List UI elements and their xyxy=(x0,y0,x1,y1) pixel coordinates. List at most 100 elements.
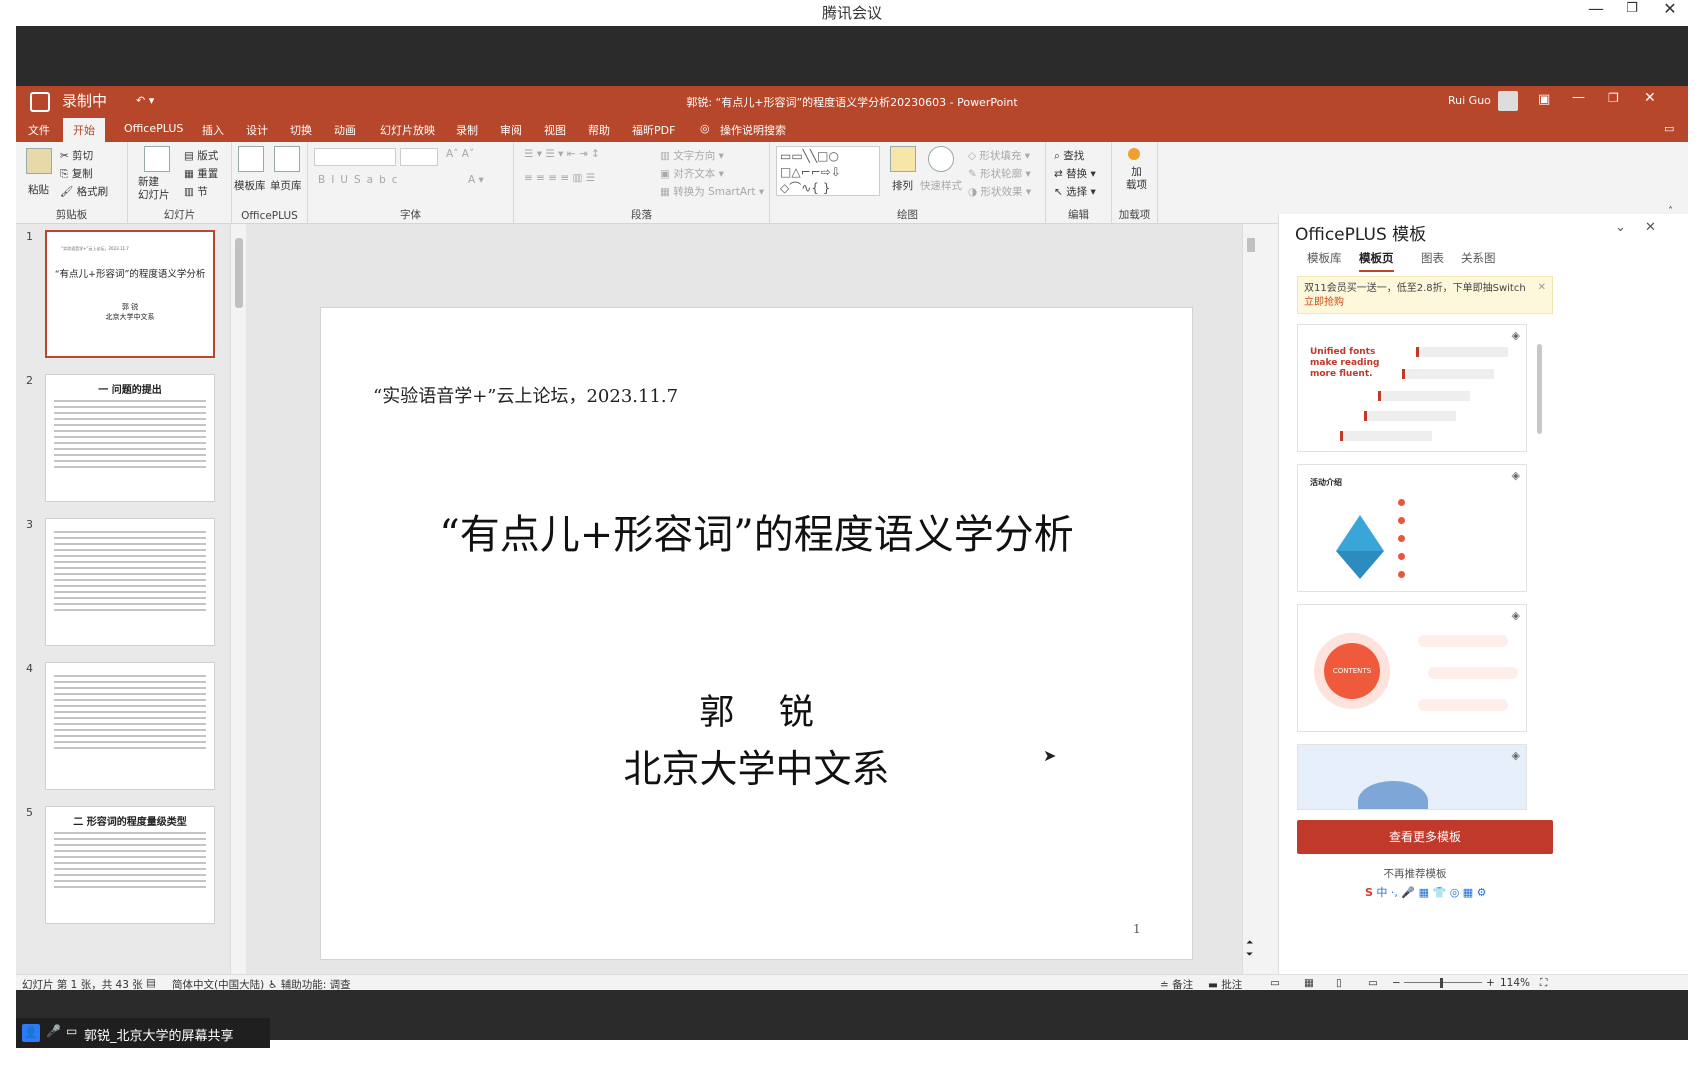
tab-insert[interactable]: 插入 xyxy=(202,122,224,138)
slideshow-icon[interactable]: ▭ xyxy=(1368,977,1378,989)
ribbon-display-icon[interactable]: ▣ xyxy=(1538,92,1550,107)
slide-title[interactable]: “有点儿+形容词”的程度语义学分析 xyxy=(321,502,1192,560)
section-button[interactable]: ▥ 节 xyxy=(184,184,208,199)
cut-button[interactable]: ✂ 剪切 xyxy=(60,148,93,163)
shape-effects-button[interactable]: ◑ 形状效果 ▾ xyxy=(968,184,1031,199)
shape-outline-button[interactable]: ✎ 形状轮廓 ▾ xyxy=(968,166,1031,181)
arrange-button[interactable]: 排列 xyxy=(892,178,913,193)
tab-help[interactable]: 帮助 xyxy=(588,122,610,138)
tab-design[interactable]: 设计 xyxy=(246,122,268,138)
pane-tab-template-page[interactable]: 模板页 xyxy=(1359,250,1394,272)
shape-fill-button[interactable]: ◇ 形状填充 ▾ xyxy=(968,148,1030,163)
convert-smartart-button[interactable]: ▦ 转换为 SmartArt ▾ xyxy=(660,184,764,199)
tab-home[interactable]: 开始 xyxy=(63,118,105,142)
format-painter-button[interactable]: 🖌 格式刷 xyxy=(60,184,108,199)
reading-view-icon[interactable]: ▯ xyxy=(1336,977,1342,989)
slide-sorter-icon[interactable]: ▦ xyxy=(1304,977,1314,989)
slide-thumbnail[interactable] xyxy=(45,662,215,790)
tab-transitions[interactable]: 切换 xyxy=(290,122,312,138)
canvas-scroll-thumb[interactable] xyxy=(1247,238,1255,252)
zoom-slider[interactable] xyxy=(1404,982,1482,983)
slide-thumbnail[interactable] xyxy=(45,518,215,646)
slide-affiliation[interactable]: 北京大学中文系 xyxy=(321,738,1192,793)
avatar[interactable] xyxy=(1498,91,1518,111)
page-down-icon[interactable]: ⏷ xyxy=(1246,950,1253,960)
select-button[interactable]: ↖ 选择 ▾ xyxy=(1054,184,1096,199)
promo-banner[interactable]: 双11会员买一送一，低至2.8折，下单即抽Switch 立即抢购 ✕ xyxy=(1297,276,1553,314)
slide-forum-text[interactable]: “实验语音学+”云上论坛，2023.11.7 xyxy=(373,382,678,408)
scroll-thumb[interactable] xyxy=(235,238,243,308)
new-slide-icon[interactable] xyxy=(144,146,170,172)
template-card[interactable]: ◈ 活动介绍 xyxy=(1297,464,1527,592)
promo-link[interactable]: 立即抢购 xyxy=(1304,297,1344,308)
tab-review[interactable]: 审阅 xyxy=(500,122,522,138)
font-name-box[interactable] xyxy=(314,148,396,166)
close-button[interactable]: ✕ xyxy=(1652,0,1688,26)
pane-tab-charts[interactable]: 图表 xyxy=(1421,250,1444,266)
shapes-gallery[interactable]: ▭▭╲╲□○ □△⌐⌐⇨⇩ ◇⌒∿{ } xyxy=(776,146,880,196)
tab-tell-me[interactable]: 操作说明搜索 xyxy=(720,122,786,138)
text-direction-button[interactable]: ▥ 文字方向 ▾ xyxy=(660,148,724,163)
promo-close-icon[interactable]: ✕ xyxy=(1538,281,1546,295)
pane-collapse-icon[interactable]: ⌄ xyxy=(1615,220,1626,235)
single-page-lib-icon[interactable] xyxy=(274,146,300,172)
template-card[interactable]: ◈ xyxy=(1297,744,1527,810)
spellcheck-icon[interactable]: ▤ xyxy=(146,977,156,989)
pane-scrollbar[interactable] xyxy=(1535,326,1545,796)
bullets-icon[interactable]: ☰ ▾ ☰ ▾ ⇤ ⇥ ↕ xyxy=(524,148,600,160)
copy-button[interactable]: ⎘ 复制 xyxy=(60,166,93,181)
canvas-scrollbar[interactable]: ⏶ ⏷ xyxy=(1242,224,1258,974)
ppt-restore-button[interactable]: ❐ xyxy=(1608,91,1619,105)
slide-thumbnail[interactable]: “实验语音学+”云上论坛，2023.11.7 “有点儿+形容词”的程度语义学分析… xyxy=(45,230,215,358)
pane-tab-relations[interactable]: 关系图 xyxy=(1461,250,1496,266)
restore-button[interactable]: ❐ xyxy=(1614,0,1650,26)
paste-button[interactable]: 粘贴 xyxy=(28,182,49,197)
screen-share-indicator[interactable]: 👤 🎤 ▭ 郭锐_北京大学的屏幕共享 xyxy=(16,1018,270,1048)
tab-view[interactable]: 视图 xyxy=(544,122,566,138)
fit-to-window-icon[interactable]: ⛶ xyxy=(1540,977,1547,990)
addin-button[interactable]: 加 载项 xyxy=(1126,166,1147,192)
slide-canvas[interactable]: “实验语音学+”云上论坛，2023.11.7 “有点儿+形容词”的程度语义学分析… xyxy=(320,307,1193,960)
template-lib-button[interactable]: 模板库 xyxy=(234,178,266,193)
slide-author[interactable]: 郭 锐 xyxy=(321,684,1192,735)
zoom-level[interactable]: 114% xyxy=(1500,977,1530,989)
template-card[interactable]: ◈ Unified fonts make reading more fluent… xyxy=(1297,324,1527,452)
font-color-icon[interactable]: A ▾ xyxy=(468,174,484,186)
find-button[interactable]: ⌕ 查找 xyxy=(1054,148,1084,163)
tab-officeplus[interactable]: OfficePLUS xyxy=(124,122,183,135)
ppt-minimize-button[interactable]: — xyxy=(1572,90,1585,105)
tab-record[interactable]: 录制 xyxy=(456,122,478,138)
ime-toolbar[interactable]: S 中 ·, 🎤 ▦ 👕 ◎ ▦ ⚙ xyxy=(1365,882,1541,906)
thumbnails-scrollbar[interactable] xyxy=(230,224,246,974)
quick-styles-button[interactable]: 快速样式 xyxy=(920,178,962,193)
layout-button[interactable]: ▤ 版式 xyxy=(184,148,218,163)
normal-view-icon[interactable]: ▭ xyxy=(1270,977,1280,989)
zoom-slider-thumb[interactable] xyxy=(1440,978,1443,988)
new-slide-button[interactable]: 新建 幻灯片 xyxy=(138,176,170,202)
mic-icon[interactable]: 🎤 xyxy=(46,1024,61,1038)
single-page-lib-button[interactable]: 单页库 xyxy=(270,178,302,193)
arrange-icon[interactable] xyxy=(890,146,916,172)
font-size-box[interactable] xyxy=(400,148,438,166)
quick-styles-icon[interactable] xyxy=(928,146,954,172)
zoom-out-icon[interactable]: − xyxy=(1392,977,1401,989)
tab-animations[interactable]: 动画 xyxy=(334,122,356,138)
template-card[interactable]: ◈ CONTENTS xyxy=(1297,604,1527,732)
slide-thumbnail[interactable]: 二 形容词的程度量级类型 xyxy=(45,806,215,924)
font-format-icons[interactable]: BIUSabc xyxy=(318,174,404,186)
no-recommend-link[interactable]: 不再推荐模板 xyxy=(1279,866,1551,881)
tab-foxit-pdf[interactable]: 福昕PDF xyxy=(632,122,675,138)
page-up-icon[interactable]: ⏶ xyxy=(1246,938,1253,948)
user-name[interactable]: Rui Guo xyxy=(1448,94,1491,107)
ppt-close-button[interactable]: ✕ xyxy=(1644,90,1656,106)
pane-tab-template-lib[interactable]: 模板库 xyxy=(1307,250,1342,266)
zoom-in-icon[interactable]: + xyxy=(1486,977,1495,989)
minimize-button[interactable]: — xyxy=(1578,0,1614,26)
replace-button[interactable]: ⇄ 替换 ▾ xyxy=(1054,166,1096,181)
paste-icon[interactable] xyxy=(26,148,52,174)
reset-button[interactable]: ▦ 重置 xyxy=(184,166,218,181)
align-text-button[interactable]: ▣ 对齐文本 ▾ xyxy=(660,166,724,181)
align-icons[interactable]: ≡ ≡ ≡ ≡ ▥ ☰ xyxy=(524,172,595,184)
comment-icon[interactable]: ▭ xyxy=(1664,122,1674,135)
tab-slideshow[interactable]: 幻灯片放映 xyxy=(380,122,435,138)
